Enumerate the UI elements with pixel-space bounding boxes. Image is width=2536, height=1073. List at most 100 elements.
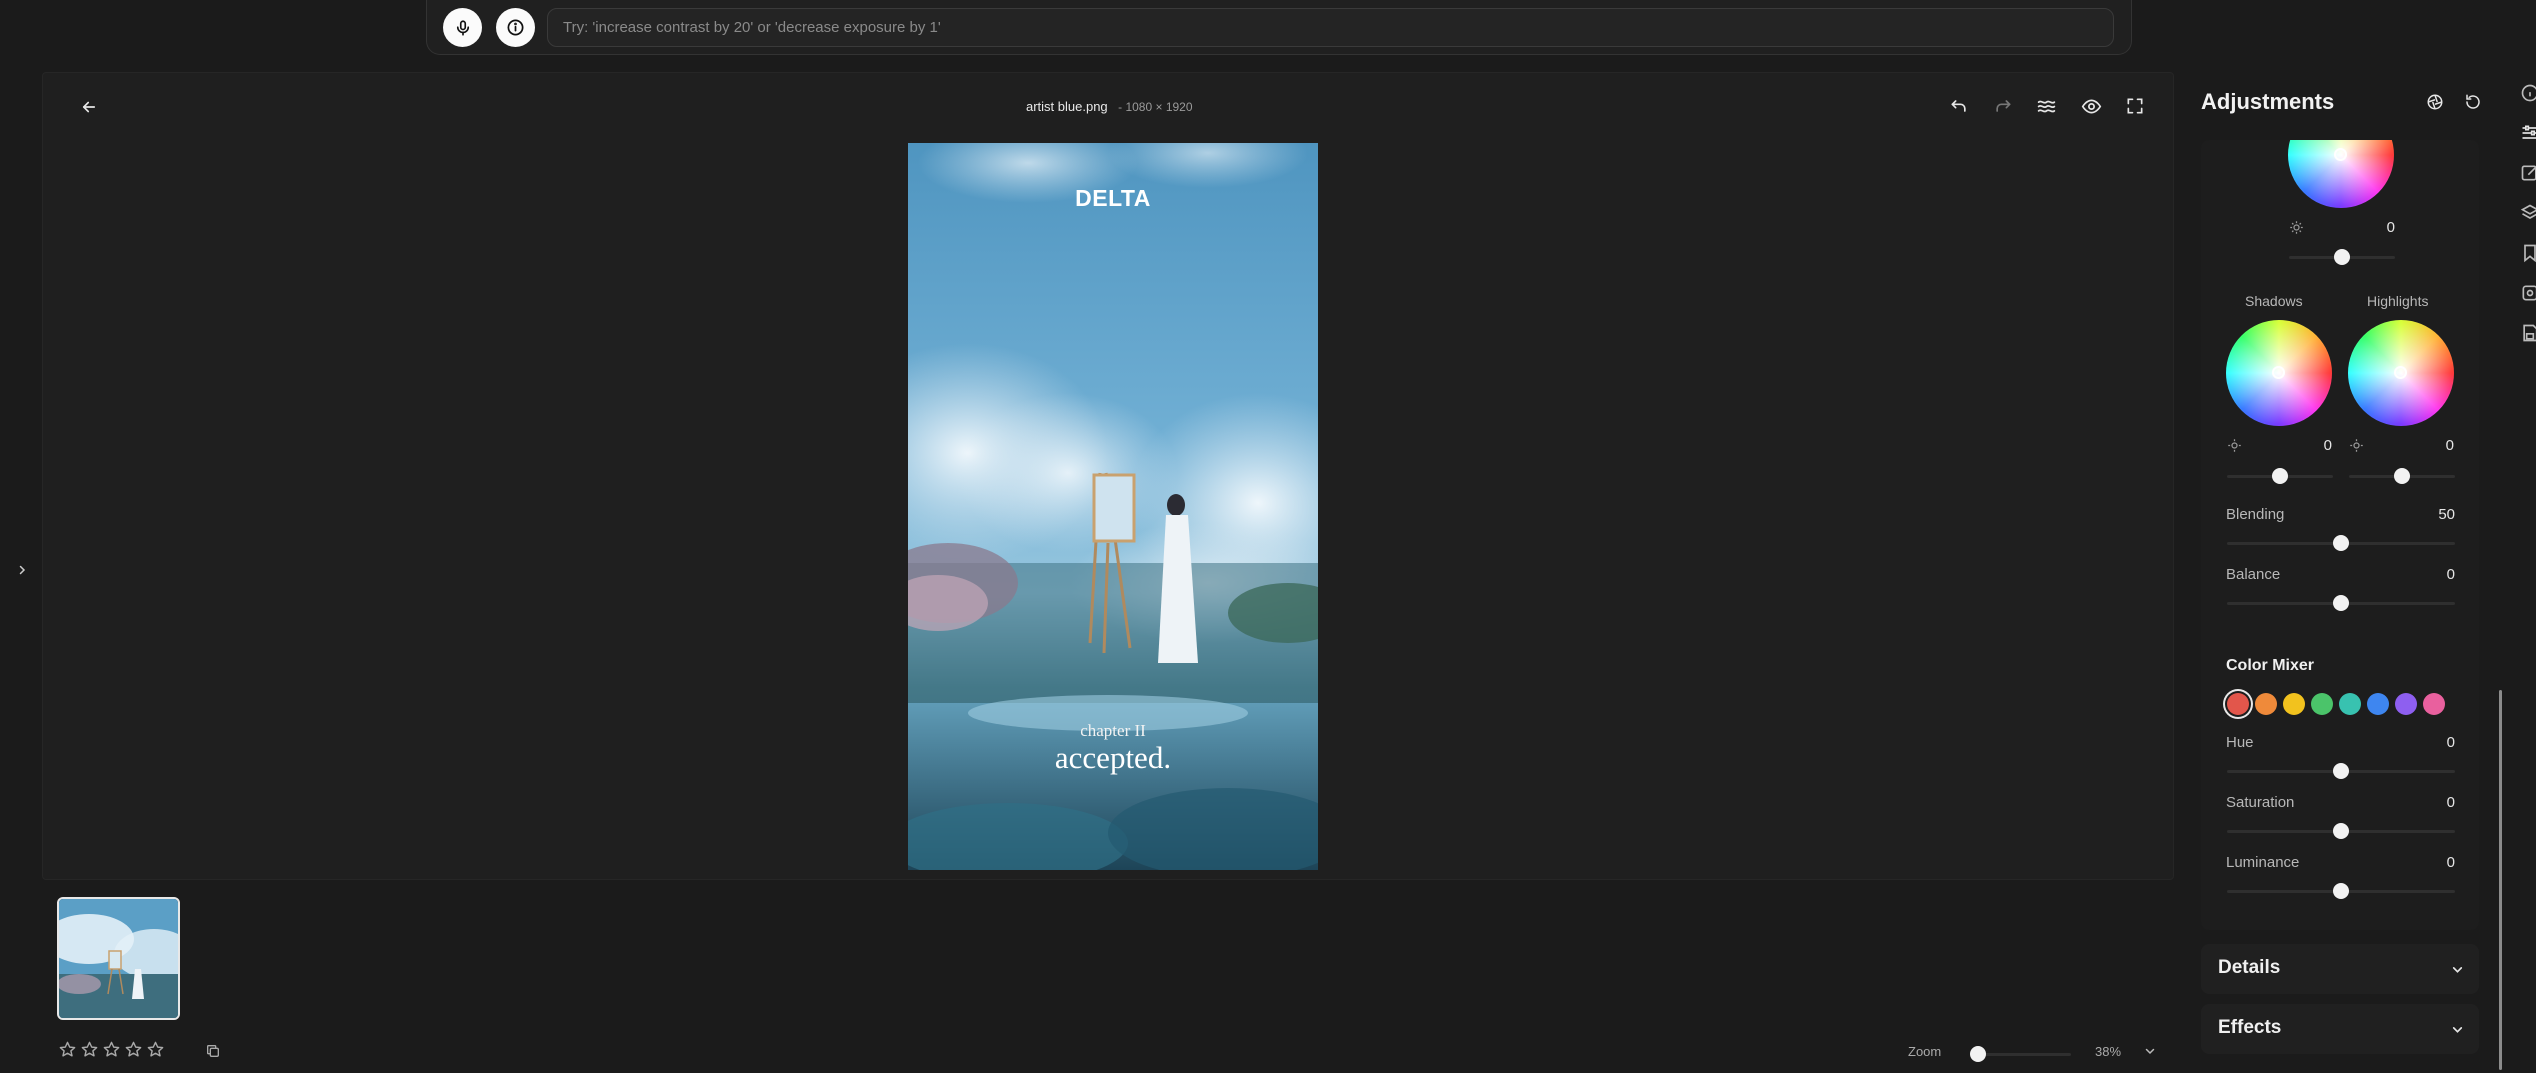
details-label: Details [2218, 957, 2281, 978]
zoom-slider[interactable] [1970, 1046, 2071, 1062]
info-button[interactable] [496, 8, 535, 47]
reset-adjustments-button[interactable] [2462, 91, 2484, 113]
rating-star-icon[interactable] [124, 1040, 143, 1060]
ai-icon [2522, 285, 2536, 301]
adjustments-rail-button[interactable] [2520, 123, 2536, 148]
zoom-label: Zoom [1908, 1044, 1942, 1059]
back-button[interactable] [76, 94, 102, 120]
highlights-luminance-slider[interactable] [2349, 468, 2455, 484]
microphone-button[interactable] [443, 8, 482, 47]
color-swatch[interactable] [2283, 693, 2305, 715]
hue-value: 0 [2446, 734, 2455, 751]
info-rail-button[interactable] [2520, 83, 2536, 108]
eye-icon [2081, 98, 2101, 114]
midtones-color-wheel[interactable] [2288, 140, 2394, 208]
preview-button[interactable] [2078, 93, 2104, 119]
highlights-color-wheel[interactable] [2348, 320, 2454, 426]
redo-icon [1996, 100, 2011, 112]
saturation-value: 0 [2446, 794, 2455, 811]
midtones-wheel-container [2288, 140, 2394, 208]
sun-icon [2289, 220, 2304, 240]
highlights-luminance-value: 0 [2445, 437, 2454, 454]
waves-icon [2037, 100, 2055, 112]
panel-title: Adjustments [2201, 89, 2335, 114]
sun-icon [2227, 438, 2242, 458]
expand-left-panel-button[interactable] [12, 560, 32, 580]
color-mixer-swatches [2227, 691, 2467, 717]
redo-button[interactable] [1990, 93, 2016, 119]
slider-thumb[interactable] [2333, 535, 2349, 551]
shadows-label: Shadows [2245, 293, 2303, 309]
hue-slider[interactable] [2227, 763, 2455, 779]
color-swatch[interactable] [2227, 693, 2249, 715]
waveform-button[interactable] [2033, 93, 2059, 119]
saturation-label: Saturation [2226, 794, 2295, 811]
shadows-luminance-slider[interactable] [2227, 468, 2333, 484]
bookmark-rail-button[interactable] [2520, 243, 2536, 268]
midtones-luminance-slider[interactable] [2289, 249, 2395, 265]
rating-star-icon[interactable] [80, 1040, 99, 1060]
color-swatch[interactable] [2311, 693, 2333, 715]
shadows-wheel-handle[interactable] [2272, 366, 2285, 379]
microphone-icon [456, 19, 469, 36]
copy-button[interactable] [203, 1041, 223, 1061]
chevron-right-icon [19, 565, 26, 575]
rating-star-icon[interactable] [146, 1040, 165, 1060]
copy-icon [207, 1045, 219, 1057]
undo-button[interactable] [1946, 93, 1972, 119]
bookmark-icon [2524, 244, 2536, 263]
sun-icon [2349, 438, 2364, 458]
slider-thumb[interactable] [2334, 249, 2350, 265]
color-swatch[interactable] [2395, 693, 2417, 715]
zoom-slider-thumb[interactable] [1970, 1046, 1986, 1062]
details-section-header[interactable]: Details [2201, 944, 2479, 994]
edit-rail-button[interactable] [2520, 163, 2536, 188]
color-swatch[interactable] [2339, 693, 2361, 715]
balance-label: Balance [2226, 566, 2281, 583]
slider-thumb[interactable] [2333, 823, 2349, 839]
filmstrip-thumbnail[interactable] [57, 897, 180, 1020]
ai-rail-button[interactable] [2520, 283, 2536, 308]
color-presets-button[interactable] [2424, 91, 2446, 113]
chevron-down-icon [2447, 1019, 2467, 1039]
color-swatch[interactable] [2423, 693, 2445, 715]
blending-value: 50 [2438, 506, 2455, 523]
blending-slider[interactable] [2227, 535, 2455, 551]
thumbnail-image [59, 899, 178, 1018]
image-subtitle: chapter II [1080, 721, 1146, 740]
main-image[interactable]: DELTA chapter II accepted. [908, 143, 1318, 870]
effects-section-header[interactable]: Effects [2201, 1004, 2479, 1054]
undo-icon [1951, 100, 1966, 112]
info-icon [507, 19, 524, 36]
layers-rail-button[interactable] [2520, 203, 2536, 228]
saturation-slider[interactable] [2227, 823, 2455, 839]
slider-thumb[interactable] [2333, 883, 2349, 899]
rating-star-icon[interactable] [102, 1040, 121, 1060]
shadows-color-wheel[interactable] [2226, 320, 2332, 426]
slider-thumb[interactable] [2394, 468, 2410, 484]
slider-thumb[interactable] [2333, 763, 2349, 779]
highlights-wheel-handle[interactable] [2394, 366, 2407, 379]
file-dimensions: - 1080 × 1920 [1118, 100, 1193, 114]
effects-label: Effects [2218, 1017, 2282, 1038]
prompt-input[interactable]: Try: 'increase contrast by 20' or 'decre… [547, 8, 2114, 47]
fullscreen-button[interactable] [2122, 93, 2148, 119]
fullscreen-icon [2127, 98, 2143, 114]
luminance-slider[interactable] [2227, 883, 2455, 899]
balance-slider[interactable] [2227, 595, 2455, 611]
slider-thumb[interactable] [2272, 468, 2288, 484]
blending-label: Blending [2226, 506, 2285, 523]
layers-icon [2520, 204, 2536, 219]
midtones-wheel-handle[interactable] [2334, 148, 2347, 161]
image-title: accepted. [1054, 740, 1172, 775]
color-swatch[interactable] [2255, 693, 2277, 715]
color-mixer-title: Color Mixer [2226, 657, 2315, 674]
chevron-down-icon [2447, 959, 2467, 979]
panel-scrollbar[interactable] [2499, 690, 2502, 1070]
color-swatch[interactable] [2367, 693, 2389, 715]
save-rail-button[interactable] [2520, 323, 2536, 348]
zoom-dropdown-button[interactable] [2140, 1041, 2160, 1061]
slider-thumb[interactable] [2333, 595, 2349, 611]
rating-star-icon[interactable] [58, 1040, 77, 1060]
edit-icon [2521, 165, 2536, 181]
